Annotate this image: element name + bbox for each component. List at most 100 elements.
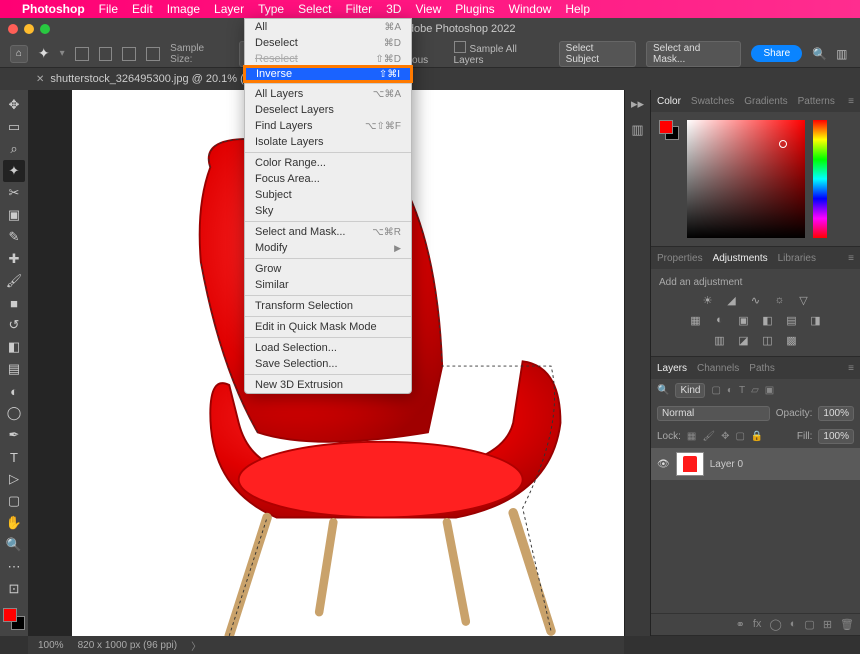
menu-window[interactable]: Window: [509, 2, 552, 16]
menu-item-find-layers[interactable]: Find Layers⌥⇧⌘F: [245, 118, 411, 134]
layer-thumb[interactable]: [676, 452, 704, 476]
adj-hue-icon[interactable]: ▦: [688, 314, 704, 328]
close-icon[interactable]: ✕: [36, 74, 44, 85]
fx-icon[interactable]: fx: [753, 618, 762, 631]
filter-smart-icon[interactable]: ▣: [765, 385, 774, 396]
panel-menu-icon[interactable]: ≡: [848, 253, 854, 264]
menu-layer[interactable]: Layer: [214, 2, 244, 16]
marquee-tool[interactable]: ▭: [3, 116, 25, 138]
move-tool[interactable]: ✥: [3, 94, 25, 116]
new-layer-icon[interactable]: ⊞: [823, 618, 832, 631]
adj-selcol-icon[interactable]: ▩: [784, 334, 800, 348]
select-subject-button[interactable]: Select Subject: [559, 41, 636, 67]
doc-dims[interactable]: 820 x 1000 px (96 ppi): [78, 640, 178, 651]
traffic-max[interactable]: [40, 24, 50, 34]
adj-levels-icon[interactable]: ◢: [724, 294, 740, 308]
lock-paint-icon[interactable]: 🖌: [702, 431, 715, 442]
filter-type-icon[interactable]: T: [739, 385, 745, 396]
adj-brightness-icon[interactable]: ☀: [700, 294, 716, 308]
opacity-value[interactable]: 100%: [818, 406, 854, 421]
crop-tool[interactable]: ✂: [3, 182, 25, 204]
tab-libraries[interactable]: Libraries: [778, 253, 816, 264]
hue-slider[interactable]: [813, 120, 827, 238]
frame-tool[interactable]: ▣: [3, 204, 25, 226]
menu-item-deselect-layers[interactable]: Deselect Layers: [245, 102, 411, 118]
lasso-tool[interactable]: ⌕: [3, 138, 25, 160]
adj-mixer-icon[interactable]: ◧: [760, 314, 776, 328]
lock-all-icon[interactable]: 🔒: [751, 431, 763, 442]
menu-item-new-3d-extrusion[interactable]: New 3D Extrusion: [245, 377, 411, 393]
lock-trans-icon[interactable]: ▦: [687, 431, 696, 442]
menu-item-transform-selection[interactable]: Transform Selection: [245, 298, 411, 314]
tab-paths[interactable]: Paths: [749, 363, 775, 374]
history-icon[interactable]: ▸▸: [631, 96, 644, 112]
menu-item-focus-area-[interactable]: Focus Area...: [245, 171, 411, 187]
share-button[interactable]: Share: [751, 45, 802, 62]
tab-color[interactable]: Color: [657, 96, 681, 107]
tool-preset-icon[interactable]: ✦: [38, 45, 50, 62]
zoom-tool[interactable]: 🔍: [3, 534, 25, 556]
tab-layers[interactable]: Layers: [657, 363, 687, 374]
fg-bg-mini[interactable]: [659, 120, 679, 140]
history-brush-tool[interactable]: ↺: [3, 314, 25, 336]
status-arrow-icon[interactable]: 〉: [191, 638, 201, 653]
menu-item-sky[interactable]: Sky: [245, 203, 411, 219]
adj-invert-icon[interactable]: ◨: [808, 314, 824, 328]
healing-tool[interactable]: ✚: [3, 248, 25, 270]
tab-patterns[interactable]: Patterns: [798, 96, 835, 107]
eyedropper-tool[interactable]: ✎: [3, 226, 25, 248]
menu-item-edit-in-quick-mask-mode[interactable]: Edit in Quick Mask Mode: [245, 319, 411, 335]
adj-photo-icon[interactable]: ▣: [736, 314, 752, 328]
menu-item-select-and-mask-[interactable]: Select and Mask...⌥⌘R: [245, 224, 411, 240]
menu-filter[interactable]: Filter: [345, 2, 372, 16]
menu-edit[interactable]: Edit: [132, 2, 153, 16]
tab-gradients[interactable]: Gradients: [744, 96, 787, 107]
fill-value[interactable]: 100%: [818, 429, 854, 444]
tab-adjustments[interactable]: Adjustments: [713, 253, 768, 264]
add-sel-icon[interactable]: [99, 47, 113, 61]
traffic-min[interactable]: [24, 24, 34, 34]
tab-channels[interactable]: Channels: [697, 363, 739, 374]
menu-item-subject[interactable]: Subject: [245, 187, 411, 203]
search-icon[interactable]: 🔍: [812, 47, 826, 61]
filter-icon[interactable]: 🔍: [657, 385, 669, 396]
adj-thresh-icon[interactable]: ◪: [736, 334, 752, 348]
adj-layer-icon[interactable]: ◐: [790, 618, 797, 631]
traffic-close[interactable]: [8, 24, 18, 34]
menu-item-all[interactable]: All⌘A: [245, 19, 411, 35]
menu-item-deselect[interactable]: Deselect⌘D: [245, 35, 411, 51]
menu-item-grow[interactable]: Grow: [245, 261, 411, 277]
adj-bw-icon[interactable]: ◐: [712, 314, 728, 328]
home-button[interactable]: ⌂: [10, 45, 28, 63]
adj-lut-icon[interactable]: ▤: [784, 314, 800, 328]
menu-item-isolate-layers[interactable]: Isolate Layers: [245, 134, 411, 150]
edit-toolbar[interactable]: ⊡: [3, 578, 25, 600]
more-tools[interactable]: ⋯: [3, 556, 25, 578]
menu-item-inverse[interactable]: Inverse⇧⌘I: [244, 66, 412, 82]
filter-pixel-icon[interactable]: ▢: [711, 385, 720, 396]
menu-item-color-range-[interactable]: Color Range...: [245, 155, 411, 171]
menu-item-save-selection-[interactable]: Save Selection...: [245, 356, 411, 372]
adj-post-icon[interactable]: ▥: [712, 334, 728, 348]
filter-adj-icon[interactable]: ◐: [727, 385, 733, 396]
adj-grad-icon[interactable]: ◫: [760, 334, 776, 348]
trash-icon[interactable]: 🗑: [840, 618, 854, 631]
gradient-tool[interactable]: ▤: [3, 358, 25, 380]
stamp-tool[interactable]: ■: [3, 292, 25, 314]
sub-sel-icon[interactable]: [122, 47, 136, 61]
link-icon[interactable]: ⚭: [736, 618, 745, 631]
menu-type[interactable]: Type: [258, 2, 284, 16]
sample-all-checkbox[interactable]: Sample All Layers: [454, 41, 549, 66]
tab-properties[interactable]: Properties: [657, 253, 703, 264]
layer-name[interactable]: Layer 0: [710, 459, 743, 470]
color-field[interactable]: [687, 120, 805, 238]
magic-wand-tool[interactable]: ✦: [3, 160, 25, 182]
adj-exposure-icon[interactable]: ☼: [772, 294, 788, 308]
panel-menu-icon[interactable]: ≡: [848, 96, 854, 107]
tab-swatches[interactable]: Swatches: [691, 96, 734, 107]
path-tool[interactable]: ▷: [3, 468, 25, 490]
menu-item-similar[interactable]: Similar: [245, 277, 411, 293]
menu-item-load-selection-[interactable]: Load Selection...: [245, 340, 411, 356]
lock-pos-icon[interactable]: ✥: [721, 431, 729, 442]
menu-3d[interactable]: 3D: [386, 2, 401, 16]
